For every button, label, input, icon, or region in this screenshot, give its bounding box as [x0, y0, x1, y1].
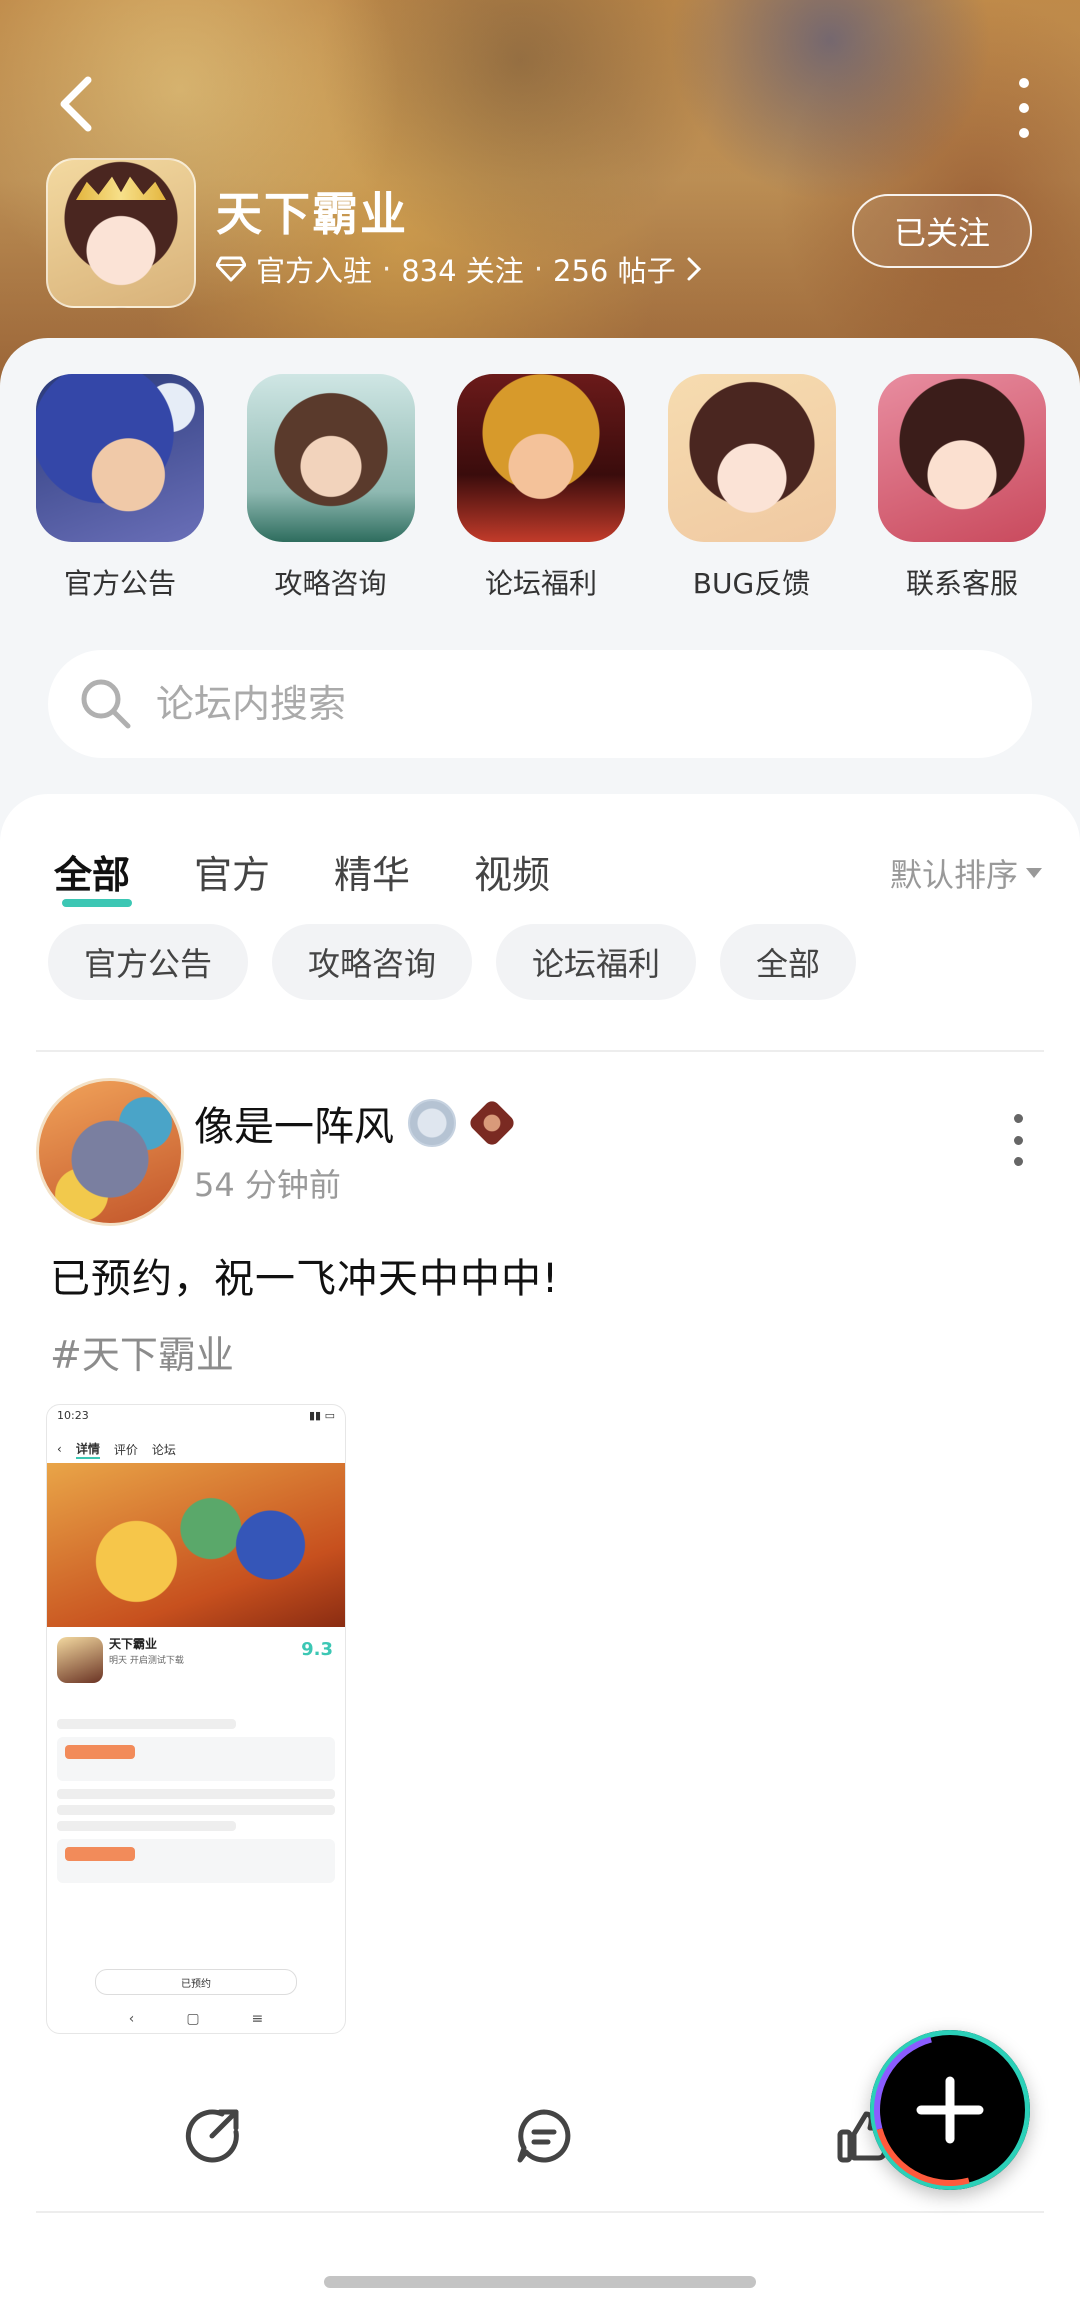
followers-count: 834 关注 — [401, 254, 524, 288]
shortcut-bug-report[interactable]: BUG反馈 — [667, 374, 836, 604]
forum-search-bar[interactable] — [48, 650, 1032, 758]
shortcut-customer-service[interactable]: 联系客服 — [878, 374, 1046, 604]
divider — [36, 2211, 1044, 2213]
search-icon — [78, 676, 134, 732]
forum-meta[interactable]: 官方入驻 · 834 关注 · 256 帖子 — [216, 248, 702, 290]
chip-official-notice[interactable]: 官方公告 — [48, 924, 249, 1000]
post-image[interactable]: 10:23 ▮▮ ▭ ‹ 详情 评价 论坛 天下霸业 明天 开启测试下载 9.3 … — [46, 1404, 346, 2034]
dropdown-triangle-icon — [1026, 868, 1042, 878]
chip-all[interactable]: 全部 — [720, 924, 857, 1000]
chevron-right-icon — [687, 257, 701, 281]
shortcut-image — [878, 374, 1046, 542]
follow-button[interactable]: 已关注 — [852, 194, 1032, 268]
author-name: 像是一阵风 — [194, 1104, 394, 1150]
category-chips: 官方公告 攻略咨询 论坛福利 全部 — [48, 924, 857, 1000]
post-hashtag[interactable]: #天下霸业 — [50, 1324, 234, 1379]
chip-guides[interactable]: 攻略咨询 — [272, 924, 473, 1000]
create-post-button[interactable] — [870, 2030, 1030, 2190]
back-icon[interactable] — [50, 72, 106, 136]
shortcut-official-notice[interactable]: 官方公告 — [36, 374, 204, 604]
shortcut-row: 官方公告 攻略咨询 论坛福利 BUG反馈 联系客服 — [36, 374, 1046, 604]
home-indicator[interactable] — [324, 2276, 756, 2288]
plus-icon — [916, 2076, 984, 2144]
official-label: 官方入驻 — [256, 254, 373, 288]
tab-official[interactable]: 官方 — [194, 844, 270, 899]
sort-dropdown[interactable]: 默认排序 — [890, 850, 1042, 896]
diamond-icon — [216, 256, 246, 282]
sort-label: 默认排序 — [889, 856, 1018, 894]
avatar[interactable] — [36, 1078, 184, 1226]
tab-video[interactable]: 视频 — [474, 844, 550, 899]
shortcut-image — [36, 374, 204, 542]
more-options-icon[interactable] — [1012, 78, 1036, 138]
post-content[interactable]: 已预约，祝一飞冲天中中中! — [50, 1246, 559, 1304]
rank-badge-icon — [467, 1098, 517, 1148]
comment-icon[interactable] — [514, 2106, 574, 2166]
search-input[interactable] — [154, 681, 978, 727]
shortcut-image — [246, 374, 415, 542]
divider — [36, 1050, 1044, 1052]
tab-all[interactable]: 全部 — [54, 844, 133, 907]
chip-welfare[interactable]: 论坛福利 — [496, 924, 697, 1000]
post-timestamp: 54 分钟前 — [194, 1166, 341, 1204]
shortcut-welfare[interactable]: 论坛福利 — [457, 374, 625, 604]
feed-tabs: 全部 官方 精华 视频 — [54, 844, 550, 907]
shortcut-guides[interactable]: 攻略咨询 — [246, 374, 415, 604]
forum-title: 天下霸业 — [216, 187, 408, 241]
post-more-icon[interactable] — [1008, 1114, 1028, 1166]
forum-avatar — [46, 158, 196, 308]
share-icon[interactable] — [182, 2106, 242, 2166]
tab-featured[interactable]: 精华 — [334, 844, 410, 899]
posts-count: 256 帖子 — [553, 254, 676, 288]
shortcut-image — [457, 374, 625, 542]
post-author[interactable]: 像是一阵风 — [194, 1094, 517, 1152]
game-artwork — [47, 1463, 345, 1627]
shortcut-image — [667, 374, 836, 542]
level-badge-icon — [408, 1099, 456, 1147]
